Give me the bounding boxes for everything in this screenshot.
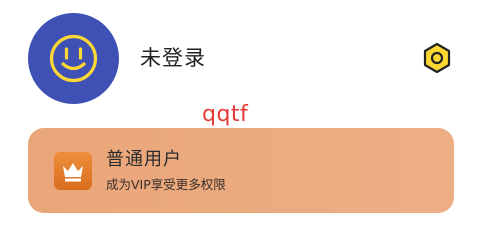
profile-header-screen: 未登录 qqtf 普通用户 成为VIP享受更多权限 bbox=[0, 0, 480, 240]
vip-membership-card[interactable]: 普通用户 成为VIP享受更多权限 bbox=[28, 128, 454, 213]
watermark-text: qqtf bbox=[202, 102, 249, 127]
hexagon-settings-icon bbox=[423, 42, 451, 74]
smiley-face-icon bbox=[49, 34, 98, 83]
crown-badge bbox=[54, 152, 92, 190]
crown-icon bbox=[63, 163, 83, 182]
avatar[interactable] bbox=[28, 13, 119, 104]
membership-title: 普通用户 bbox=[106, 149, 182, 170]
settings-button[interactable] bbox=[421, 42, 453, 74]
membership-subtitle: 成为VIP享受更多权限 bbox=[106, 177, 226, 192]
username-label[interactable]: 未登录 bbox=[140, 44, 206, 72]
